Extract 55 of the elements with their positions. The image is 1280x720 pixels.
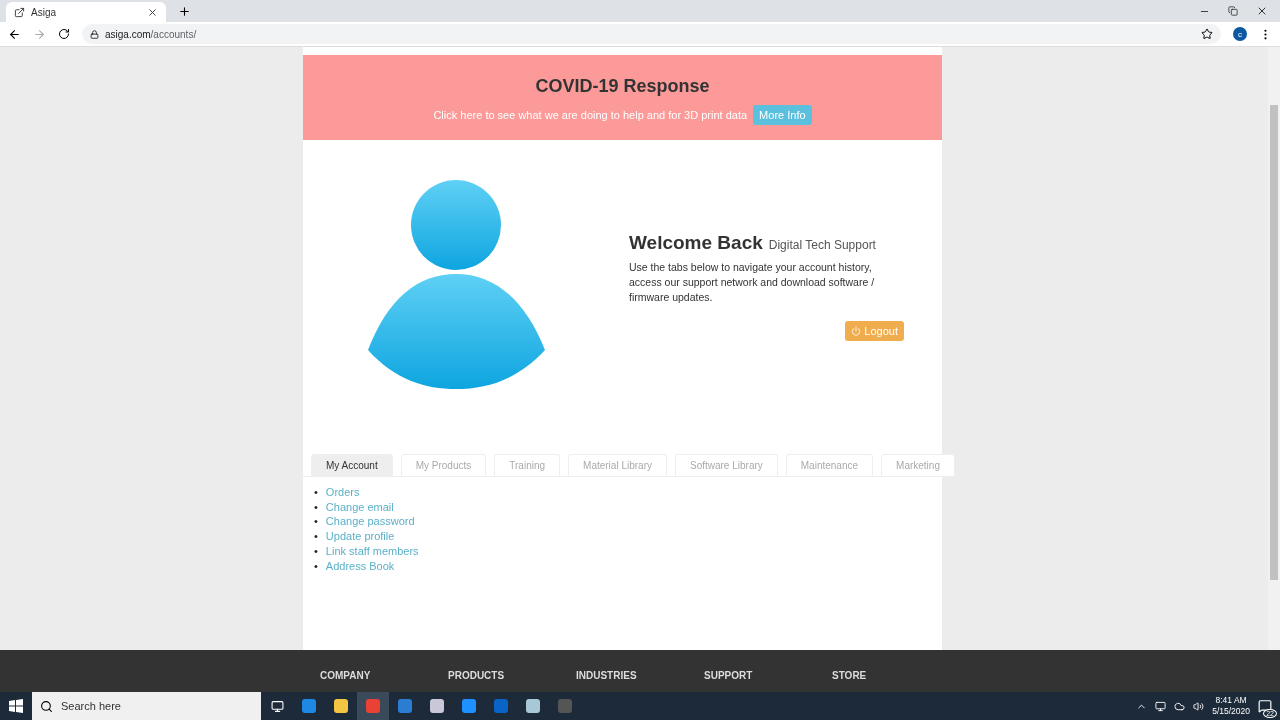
taskbar-clock[interactable]: 8:41 AM 5/15/2020: [1212, 695, 1250, 717]
bullet: •: [314, 529, 318, 544]
footer-heading: COMPANY: [320, 670, 372, 681]
account-link[interactable]: Change email: [325, 499, 394, 515]
bullet: •: [314, 499, 318, 515]
scroll-thumb[interactable]: [1270, 105, 1278, 580]
bookmark-star-icon[interactable]: [1201, 28, 1213, 40]
cloud-icon[interactable]: [1174, 700, 1186, 712]
scrollbar[interactable]: [1268, 47, 1280, 650]
search-icon: [40, 699, 53, 713]
account-tab[interactable]: My Account: [311, 454, 393, 476]
back-icon[interactable]: [8, 27, 21, 41]
notification-icon[interactable]: [1258, 699, 1272, 713]
welcome-title: Welcome Back: [629, 232, 763, 254]
footer-heading: SUPPORT: [704, 670, 754, 681]
account-tab[interactable]: Maintenance: [785, 454, 874, 476]
bullet: •: [314, 485, 318, 500]
footer-heading: STORE: [832, 670, 868, 681]
account-link[interactable]: Change password: [325, 514, 415, 530]
tab-title: Asiga: [31, 6, 56, 18]
account-tab[interactable]: Training: [494, 454, 561, 476]
footer-heading: INDUSTRIES: [576, 670, 638, 681]
page-icon: [14, 6, 25, 18]
account-tab[interactable]: My Products: [400, 454, 487, 476]
account-tab[interactable]: Software Library: [674, 454, 778, 476]
new-tab-icon[interactable]: [178, 5, 191, 18]
bullet: •: [314, 558, 318, 574]
restore-icon[interactable]: [1228, 6, 1238, 16]
account-link[interactable]: Orders: [325, 485, 360, 500]
reload-icon[interactable]: [58, 28, 70, 40]
user-silhouette-icon: [367, 180, 547, 390]
lock-icon: [90, 29, 99, 39]
user-name: Digital Tech Support: [768, 238, 876, 252]
close-icon[interactable]: [1256, 5, 1268, 17]
account-tab[interactable]: Marketing: [881, 454, 955, 476]
banner-text[interactable]: Click here to see what we are doing to help and for 3D print data: [433, 109, 748, 121]
banner-title: COVID-19 Response: [535, 76, 710, 97]
account-link[interactable]: Update profile: [325, 529, 395, 544]
close-icon[interactable]: [147, 6, 158, 18]
welcome-text: Use the tabs below to navigate your account history, access our support network and download software / firmware updates.: [629, 260, 876, 305]
footer-heading: PRODUCTS: [448, 670, 506, 681]
account-tab[interactable]: Material Library: [568, 454, 667, 476]
browser-tab[interactable]: Asiga: [6, 2, 166, 22]
bullet: •: [314, 543, 318, 559]
profile-avatar[interactable]: c: [1233, 27, 1247, 41]
speaker-icon[interactable]: [1193, 700, 1205, 712]
windows-start-icon[interactable]: [9, 699, 23, 713]
address-field[interactable]: asiga.com/accounts/: [82, 24, 1221, 44]
power-icon: [851, 326, 862, 336]
taskbar-search-field[interactable]: Search here: [32, 692, 261, 720]
account-link[interactable]: Link staff members: [325, 543, 419, 559]
bullet: •: [314, 514, 318, 530]
account-link[interactable]: Address Book: [325, 558, 395, 574]
logout-button[interactable]: Logout: [845, 321, 904, 341]
more-info-button[interactable]: More Info: [753, 105, 812, 125]
